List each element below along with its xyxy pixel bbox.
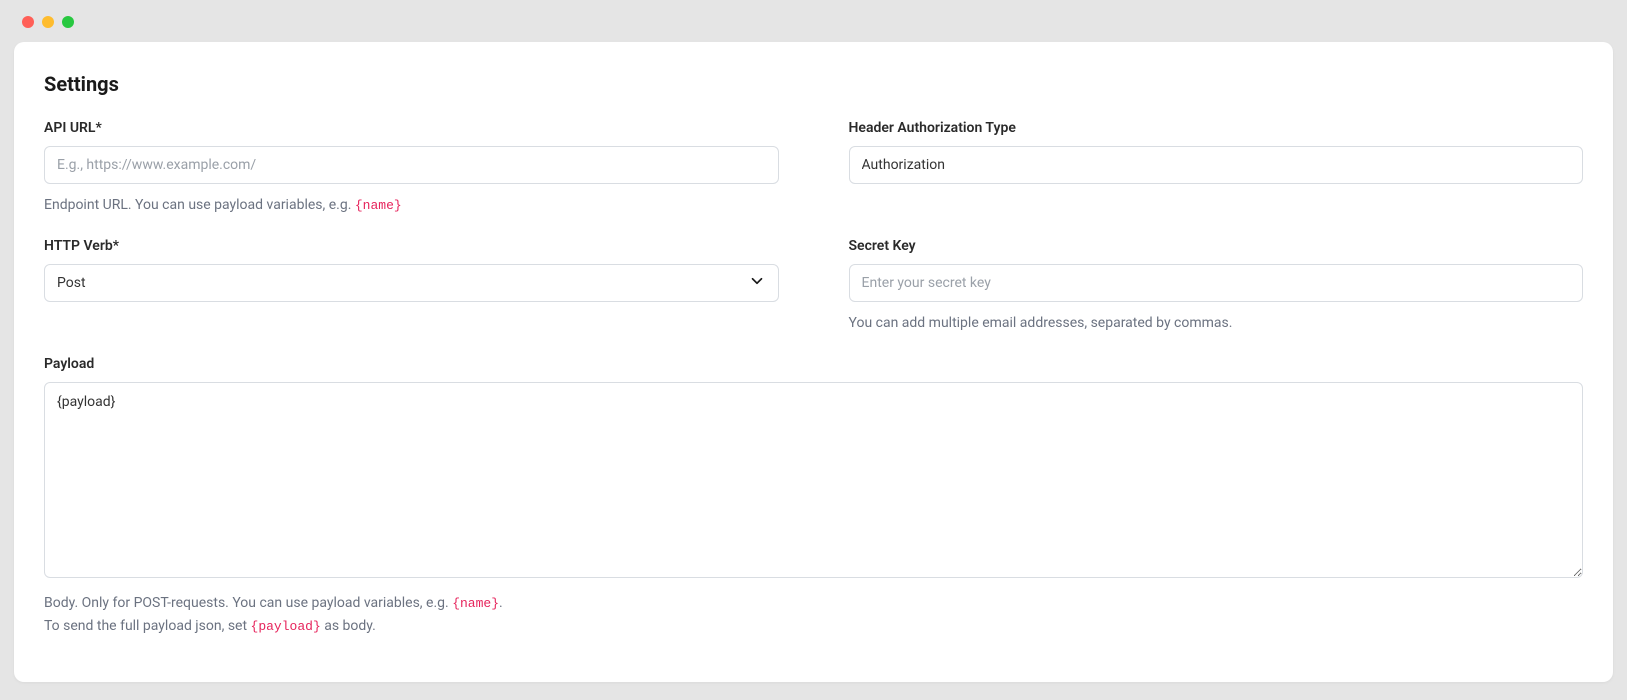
payload-textarea[interactable]: [44, 382, 1583, 578]
payload-helper-line2-prefix: To send the full payload json, set: [44, 618, 251, 634]
http-verb-select[interactable]: Post: [44, 264, 779, 302]
api-url-input[interactable]: [44, 146, 779, 184]
payload-helper-line1-prefix: Body. Only for POST-requests. You can us…: [44, 595, 452, 611]
api-url-label: API URL*: [44, 120, 779, 136]
payload-helper: Body. Only for POST-requests. You can us…: [44, 592, 1583, 640]
header-auth-label: Header Authorization Type: [849, 120, 1584, 136]
secret-key-label: Secret Key: [849, 238, 1584, 254]
window-titlebar: [8, 8, 1619, 36]
api-url-helper-text: Endpoint URL. You can use payload variab…: [44, 197, 355, 213]
secret-key-field: Secret Key You can add multiple email ad…: [849, 238, 1584, 336]
settings-panel: Settings API URL* Endpoint URL. You can …: [14, 42, 1613, 682]
payload-helper-line2: To send the full payload json, set {payl…: [44, 615, 1583, 639]
window-close-button[interactable]: [22, 16, 34, 28]
window: Settings API URL* Endpoint URL. You can …: [0, 0, 1627, 700]
payload-field: Payload Body. Only for POST-requests. Yo…: [44, 356, 1583, 640]
payload-helper-line2-code: {payload}: [251, 619, 321, 634]
http-verb-value: Post: [45, 275, 778, 291]
http-verb-label: HTTP Verb*: [44, 238, 779, 254]
row-2: HTTP Verb* Post Secret Key You can add m…: [44, 238, 1583, 336]
payload-helper-line1: Body. Only for POST-requests. You can us…: [44, 592, 1583, 616]
page-title: Settings: [44, 72, 1583, 96]
api-url-helper-code: {name}: [355, 198, 402, 213]
http-verb-field: HTTP Verb* Post: [44, 238, 779, 336]
window-minimize-button[interactable]: [42, 16, 54, 28]
row-1: API URL* Endpoint URL. You can use paylo…: [44, 120, 1583, 218]
payload-helper-line2-suffix: as body.: [321, 618, 376, 634]
secret-key-input[interactable]: [849, 264, 1584, 302]
secret-key-helper: You can add multiple email addresses, se…: [849, 312, 1584, 336]
payload-helper-line1-suffix: .: [499, 595, 503, 611]
header-auth-input[interactable]: [849, 146, 1584, 184]
payload-label: Payload: [44, 356, 1583, 372]
window-maximize-button[interactable]: [62, 16, 74, 28]
api-url-helper: Endpoint URL. You can use payload variab…: [44, 194, 779, 218]
payload-helper-line1-code: {name}: [452, 596, 499, 611]
header-auth-field: Header Authorization Type: [849, 120, 1584, 218]
api-url-field: API URL* Endpoint URL. You can use paylo…: [44, 120, 779, 218]
